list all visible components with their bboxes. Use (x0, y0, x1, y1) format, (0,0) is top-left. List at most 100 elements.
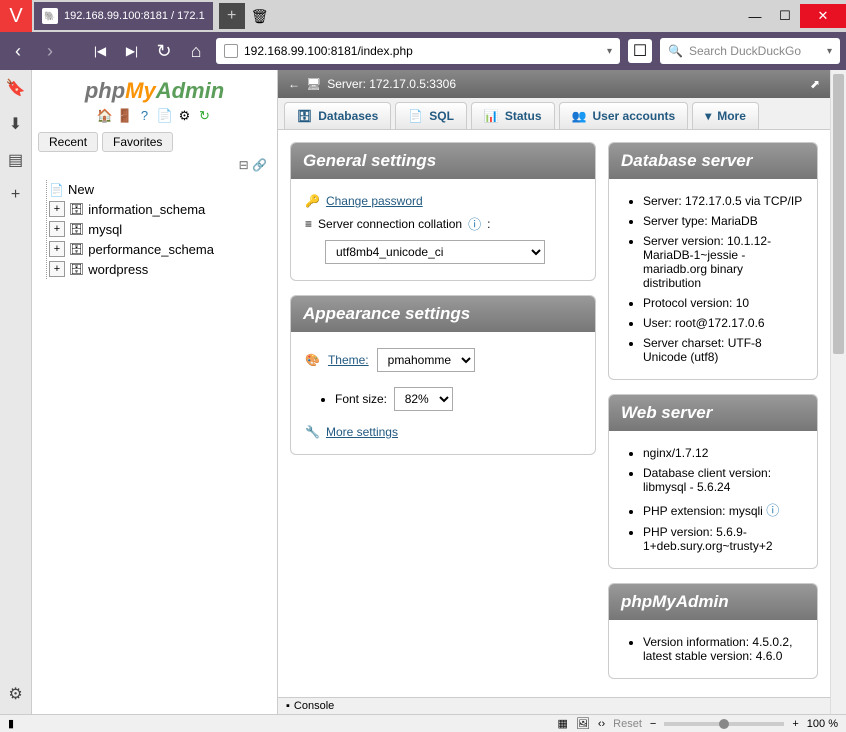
notes-panel-icon[interactable]: ▤ (8, 150, 23, 170)
server-label[interactable]: Server: 172.17.0.5:3306 (327, 77, 456, 91)
panel-title: phpMyAdmin (609, 584, 817, 620)
close-button[interactable]: ✕ (800, 4, 846, 28)
search-bar[interactable]: 🔍 Search DuckDuckGo ▾ (660, 38, 840, 64)
database-server-panel: Database server Server: 172.17.0.5 via T… (608, 142, 818, 380)
list-item: Protocol version: 10 (643, 293, 803, 313)
bookmark-button[interactable]: ☐ (628, 39, 652, 63)
trash-icon[interactable]: 🗑 (245, 4, 275, 28)
docs-icon[interactable]: ? (137, 108, 153, 124)
tile-icon[interactable]: ▦ (557, 717, 567, 730)
db-icon: 🗄 (69, 262, 84, 276)
tree-item-information-schema[interactable]: + 🗄 information_schema (49, 199, 271, 219)
vivaldi-logo[interactable]: V (0, 0, 32, 32)
minimize-button[interactable]: — (740, 4, 770, 28)
list-item: nginx/1.7.12 (643, 443, 803, 463)
reset-zoom-button[interactable]: Reset (613, 718, 642, 730)
back-button[interactable]: ‹ (6, 41, 30, 62)
list-item: Version information: 4.5.0.2, latest sta… (643, 632, 803, 666)
help-icon[interactable]: ⓘ (766, 503, 779, 518)
help-icon[interactable]: ⓘ (468, 214, 481, 233)
collapse-panel-icon[interactable]: ⬈ (810, 77, 820, 91)
home-icon[interactable]: 🏠 (97, 108, 113, 124)
tab-more[interactable]: ▾More (692, 102, 759, 129)
tab-favicon-icon: 🐘 (42, 8, 58, 24)
more-settings-link[interactable]: More settings (326, 425, 398, 439)
zoom-value: 100 % (807, 718, 838, 730)
tree-item-performance-schema[interactable]: + 🗄 performance_schema (49, 239, 271, 259)
vertical-scrollbar[interactable] (830, 70, 846, 714)
fastforward-button[interactable]: ▶| (120, 44, 144, 58)
downloads-panel-icon[interactable]: ⬇ (9, 114, 22, 134)
tab-status[interactable]: 📊Status (471, 102, 555, 129)
tree-item-wordpress[interactable]: + 🗄 wordpress (49, 259, 271, 279)
fontsize-select[interactable]: 82% (394, 387, 453, 411)
expand-icon[interactable]: + (49, 221, 65, 237)
nav-settings-icon[interactable]: ⚙ (177, 108, 193, 124)
scrollbar-thumb[interactable] (833, 74, 844, 354)
tab-user-accounts[interactable]: 👥User accounts (559, 102, 689, 129)
list-item: Server: 172.17.0.5 via TCP/IP (643, 191, 803, 211)
sql-query-icon[interactable]: 📄 (157, 108, 173, 124)
pma-navigation: phpMyAdmin 🏠 🚪 ? 📄 ⚙ ↻ Recent Favorites … (32, 70, 278, 714)
forward-button[interactable]: › (38, 41, 62, 62)
tree-item-new[interactable]: 📄 New (49, 180, 271, 199)
console-bar[interactable]: ▪ Console (278, 697, 830, 714)
fontsize-label: Font size: (335, 392, 387, 406)
page-actions-icon[interactable]: ‹› (598, 718, 605, 730)
new-db-icon: 📄 (49, 183, 64, 197)
theme-select[interactable]: pmahomme (377, 348, 475, 372)
link-icon[interactable]: 🔗 (252, 158, 267, 172)
site-info-icon[interactable] (224, 44, 238, 58)
reload-button[interactable]: ↻ (152, 41, 176, 62)
panel-title: Database server (609, 143, 817, 179)
expand-icon[interactable]: + (49, 201, 65, 217)
list-item: PHP extension: mysqli ⓘ (643, 497, 803, 522)
url-bar[interactable]: 192.168.99.100:8181/index.php ▾ (216, 38, 620, 64)
browser-titlebar: V 🐘 192.168.99.100:8181 / 172.1 + 🗑 — ☐ … (0, 0, 846, 32)
nav-left-icon[interactable]: ← (288, 77, 300, 91)
collation-select[interactable]: utf8mb4_unicode_ci (325, 240, 545, 264)
zoom-out-button[interactable]: − (650, 718, 656, 730)
maximize-button[interactable]: ☐ (770, 4, 800, 28)
url-dropdown-icon[interactable]: ▾ (607, 46, 612, 57)
zoom-slider[interactable] (664, 722, 784, 726)
expand-icon[interactable]: + (49, 261, 65, 277)
new-tab-button[interactable]: + (219, 3, 245, 29)
browser-side-rail: 🔖 ⬇ ▤ + ⚙ (0, 70, 32, 714)
search-placeholder: Search DuckDuckGo (689, 44, 801, 58)
db-icon: 🗄 (69, 222, 84, 236)
add-panel-icon[interactable]: + (11, 186, 20, 204)
rewind-button[interactable]: |◀ (88, 44, 112, 58)
browser-tab-active[interactable]: 🐘 192.168.99.100:8181 / 172.1 (34, 2, 213, 30)
reload-nav-icon[interactable]: ↻ (197, 108, 213, 124)
tab-sql[interactable]: 📄SQL (395, 102, 467, 129)
change-password-link[interactable]: Change password (326, 194, 423, 208)
bookmarks-panel-icon[interactable]: 🔖 (6, 78, 26, 98)
home-button[interactable]: ⌂ (184, 41, 208, 62)
top-tabs: 🗄Databases 📄SQL 📊Status 👥User accounts ▾… (278, 98, 830, 130)
database-tree: 📄 New + 🗄 information_schema + 🗄 mysql +… (32, 176, 277, 283)
window-controls: — ☐ ✕ (740, 4, 846, 28)
image-toggle-icon[interactable]: 🖼 (576, 717, 590, 730)
tree-item-mysql[interactable]: + 🗄 mysql (49, 219, 271, 239)
expand-icon[interactable]: + (49, 241, 65, 257)
tab-databases[interactable]: 🗄Databases (284, 102, 391, 129)
favorites-tab[interactable]: Favorites (102, 132, 173, 152)
zoom-handle[interactable] (719, 719, 729, 729)
panel-title: General settings (291, 143, 595, 179)
list-item: Database client version: libmysql - 5.6.… (643, 463, 803, 497)
settings-icon[interactable]: ⚙ (8, 684, 22, 704)
search-dropdown-icon[interactable]: ▾ (827, 46, 832, 57)
databases-icon: 🗄 (297, 109, 312, 123)
panel-toggle-icon[interactable]: ▮ (8, 717, 14, 730)
recent-tab[interactable]: Recent (38, 132, 98, 152)
pma-logo[interactable]: phpMyAdmin (32, 74, 277, 106)
zoom-in-button[interactable]: + (792, 718, 798, 730)
db-icon: 🗄 (69, 202, 84, 216)
sql-icon: 📄 (408, 109, 423, 123)
list-item: User: root@172.17.0.6 (643, 313, 803, 333)
general-settings-panel: General settings 🔑 Change password ≡ Ser… (290, 142, 596, 281)
collapse-icon[interactable]: ⊟ (239, 158, 249, 172)
logout-icon[interactable]: 🚪 (117, 108, 133, 124)
tab-title: 192.168.99.100:8181 / 172.1 (64, 10, 205, 22)
